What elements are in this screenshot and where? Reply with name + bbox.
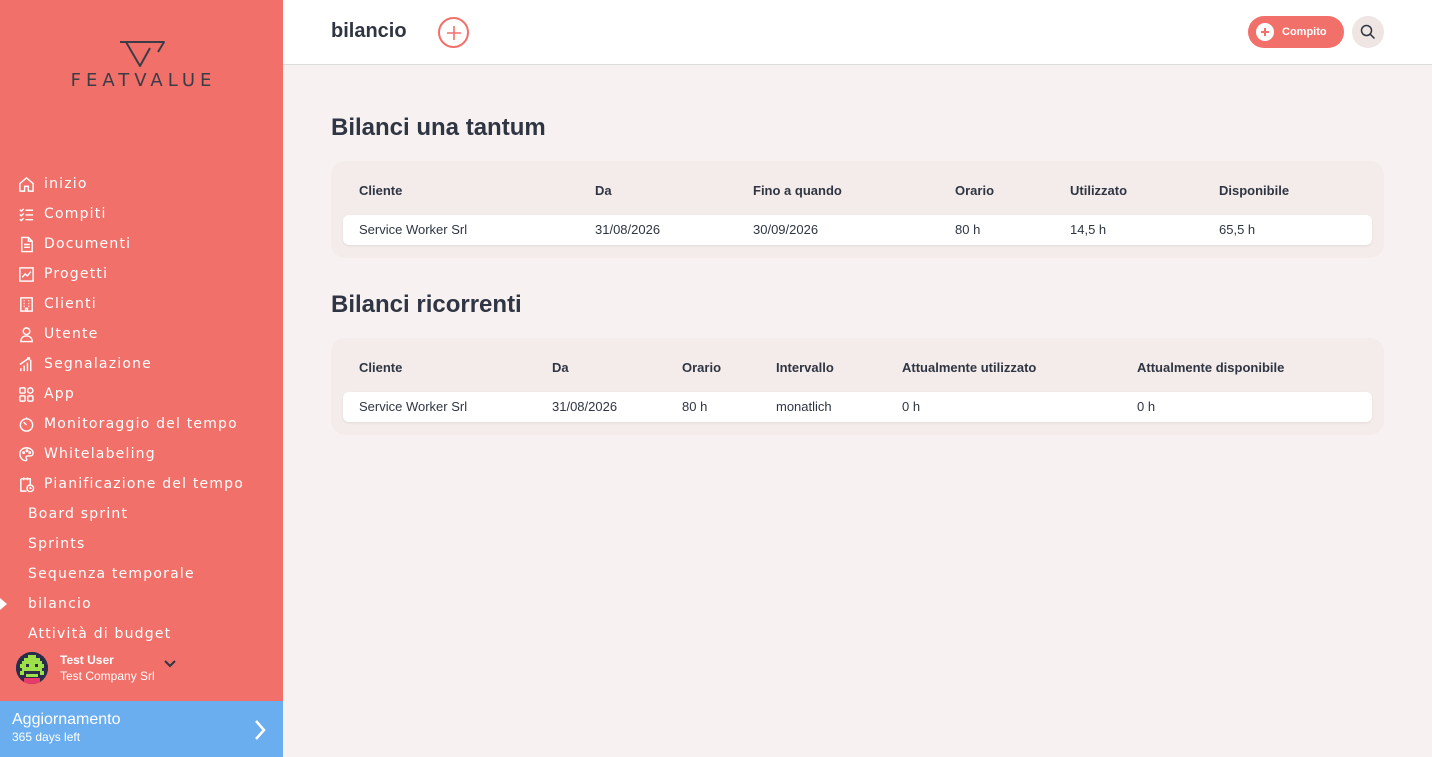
- sidebar-item-label: Sprints: [28, 536, 86, 552]
- upgrade-title: Aggiornamento: [12, 711, 121, 728]
- sidebar: FEATVALUE inizio Compiti Documenti Proge…: [0, 0, 283, 757]
- user-company: Test Company Srl: [60, 669, 155, 683]
- sidebar-item-label: inizio: [44, 176, 88, 192]
- avatar: [16, 652, 48, 684]
- recurring-table: Cliente Da Orario Intervallo Attualmente…: [331, 338, 1384, 435]
- sidebar-subitem-bilancio[interactable]: bilancio: [0, 589, 283, 619]
- one-time-table: Cliente Da Fino a quando Orario Utilizza…: [331, 161, 1384, 258]
- sidebar-item-compiti[interactable]: Compiti: [0, 199, 283, 229]
- apps-icon: [17, 385, 35, 403]
- column-header: Da: [552, 360, 569, 375]
- home-icon: [17, 175, 35, 193]
- checklist-icon: [17, 205, 35, 223]
- sidebar-item-label: Pianificazione del tempo: [44, 476, 245, 492]
- table-cell: Service Worker Srl: [359, 222, 468, 237]
- sidebar-item-segnalazione[interactable]: Segnalazione: [0, 349, 283, 379]
- recurring-section-title: Bilanci ricorrenti: [331, 291, 522, 318]
- logo[interactable]: FEATVALUE: [0, 40, 283, 91]
- topbar: bilancio Compito: [283, 0, 1432, 65]
- sidebar-item-label: Board sprint: [28, 506, 129, 522]
- sidebar-subitem-sequenza[interactable]: Sequenza temporale: [0, 559, 283, 589]
- plus-icon: [1256, 23, 1274, 41]
- sidebar-item-label: Compiti: [44, 206, 107, 222]
- sidebar-item-whitelabeling[interactable]: Whitelabeling: [0, 439, 283, 469]
- timer-icon: [17, 415, 35, 433]
- column-header: Attualmente utilizzato: [902, 360, 1037, 375]
- document-icon: [17, 235, 35, 253]
- sidebar-item-monitoraggio[interactable]: Monitoraggio del tempo: [0, 409, 283, 439]
- sidebar-item-label: Monitoraggio del tempo: [44, 416, 238, 432]
- sidebar-item-inizio[interactable]: inizio: [0, 169, 283, 199]
- sidebar-subitem-attivita-budget[interactable]: Attività di budget: [0, 619, 283, 649]
- table-cell: 31/08/2026: [552, 399, 618, 414]
- table-cell: 65,5 h: [1219, 222, 1256, 237]
- table-cell: 14,5 h: [1070, 222, 1107, 237]
- sidebar-item-label: bilancio: [28, 596, 92, 612]
- sidebar-item-label: Segnalazione: [44, 356, 152, 372]
- sidebar-item-label: Attività di budget: [28, 626, 172, 642]
- report-icon: [17, 355, 35, 373]
- column-header: Utilizzato: [1070, 183, 1128, 198]
- chart-icon: [17, 265, 35, 283]
- column-header: Fino a quando: [753, 183, 842, 198]
- chevron-right-icon: [253, 719, 267, 746]
- new-task-button[interactable]: Compito: [1248, 16, 1344, 48]
- table-row[interactable]: Service Worker Srl 31/08/2026 30/09/2026…: [343, 215, 1372, 245]
- table-cell: 31/08/2026: [595, 222, 661, 237]
- user-name: Test User: [60, 653, 114, 667]
- new-task-label: Compito: [1282, 26, 1327, 38]
- sidebar-item-label: Utente: [44, 326, 99, 342]
- sidebar-item-pianificazione[interactable]: Pianificazione del tempo: [0, 469, 283, 499]
- upgrade-banner[interactable]: Aggiornamento 365 days left: [0, 701, 283, 757]
- user-menu[interactable]: Test User Test Company Srl: [16, 652, 177, 684]
- sidebar-item-documenti[interactable]: Documenti: [0, 229, 283, 259]
- sidebar-item-progetti[interactable]: Progetti: [0, 259, 283, 289]
- search-icon: [1360, 24, 1376, 40]
- building-icon: [17, 295, 35, 313]
- add-button[interactable]: [438, 17, 469, 48]
- table-cell: 30/09/2026: [753, 222, 819, 237]
- logo-text: FEATVALUE: [70, 70, 217, 91]
- sidebar-item-label: Sequenza temporale: [28, 566, 195, 582]
- one-time-section-title: Bilanci una tantum: [331, 114, 546, 141]
- sidebar-nav: inizio Compiti Documenti Progetti Client…: [0, 169, 283, 649]
- column-header: Disponibile: [1219, 183, 1290, 198]
- sidebar-item-label: Documenti: [44, 236, 132, 252]
- calendar-clock-icon: [17, 475, 35, 493]
- column-header: Da: [595, 183, 612, 198]
- sidebar-subitem-sprints[interactable]: Sprints: [0, 529, 283, 559]
- sidebar-item-label: App: [44, 386, 75, 402]
- column-header: Intervallo: [776, 360, 834, 375]
- sidebar-item-app[interactable]: App: [0, 379, 283, 409]
- palette-icon: [17, 445, 35, 463]
- sidebar-item-utente[interactable]: Utente: [0, 319, 283, 349]
- chevron-down-icon[interactable]: [163, 656, 177, 674]
- search-button[interactable]: [1352, 16, 1384, 48]
- sidebar-item-clienti[interactable]: Clienti: [0, 289, 283, 319]
- user-info: Test User Test Company Srl: [60, 652, 155, 684]
- logo-mark-icon: [119, 41, 165, 67]
- sidebar-item-label: Whitelabeling: [44, 446, 156, 462]
- plus-icon: [446, 25, 461, 40]
- upgrade-subtitle: 365 days left: [12, 730, 81, 744]
- table-cell: 80 h: [682, 399, 708, 414]
- table-row[interactable]: Service Worker Srl 31/08/2026 80 h monat…: [343, 392, 1372, 422]
- user-icon: [17, 325, 35, 343]
- page-title: bilancio: [331, 20, 407, 42]
- table-cell: 0 h: [902, 399, 921, 414]
- column-header: Attualmente disponibile: [1137, 360, 1285, 375]
- column-header: Orario: [682, 360, 722, 375]
- column-header: Cliente: [359, 183, 403, 198]
- sidebar-subitem-board-sprint[interactable]: Board sprint: [0, 499, 283, 529]
- table-cell: 80 h: [955, 222, 981, 237]
- table-cell: Service Worker Srl: [359, 399, 468, 414]
- table-cell: monatlich: [776, 399, 832, 414]
- sidebar-item-label: Clienti: [44, 296, 97, 312]
- column-header: Cliente: [359, 360, 403, 375]
- table-cell: 0 h: [1137, 399, 1156, 414]
- sidebar-item-label: Progetti: [44, 266, 109, 282]
- column-header: Orario: [955, 183, 995, 198]
